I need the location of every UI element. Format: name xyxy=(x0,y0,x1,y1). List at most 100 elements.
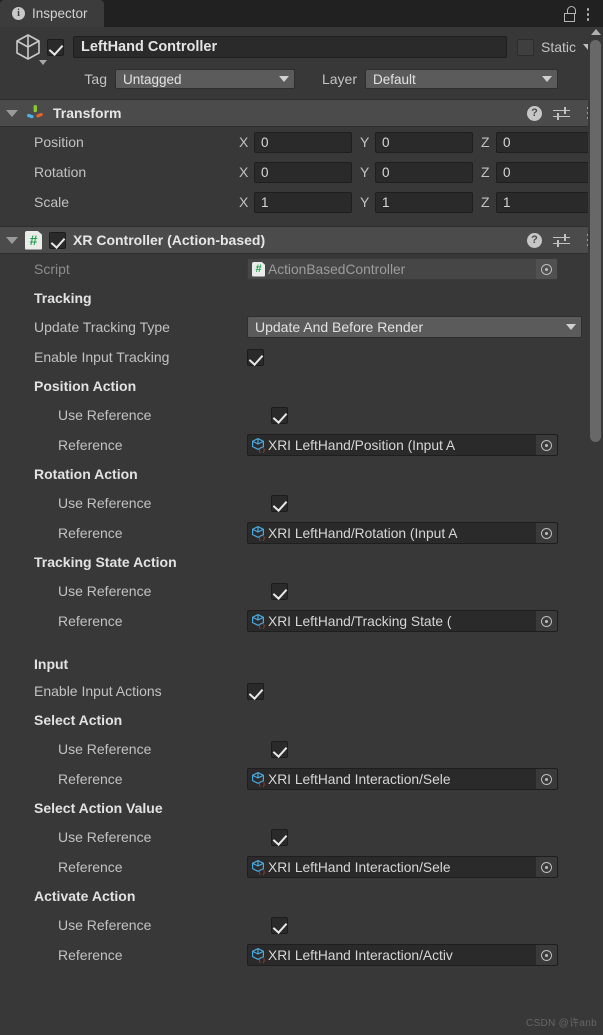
select-action-header-label: Select Action xyxy=(34,712,123,728)
position-action-use-reference-label: Use Reference xyxy=(58,407,152,423)
rotation-action-reference-value: XRI LeftHand/Rotation (Input A xyxy=(268,525,458,541)
gameobject-name-row: LeftHand Controller Static xyxy=(0,34,603,65)
position-label: Position xyxy=(34,134,84,150)
component-transform: Transform ? Position X 0 Y 0 Z 0 Rotatio… xyxy=(0,99,603,226)
xr-controller-header[interactable]: # XR Controller (Action-based) ? xyxy=(0,226,603,254)
scale-y-input[interactable]: 1 xyxy=(375,191,473,213)
script-row: Script # ActionBasedController xyxy=(0,254,603,284)
position-action-use-reference-checkbox[interactable] xyxy=(271,406,288,424)
cube-icon[interactable] xyxy=(11,30,47,65)
position-action-reference-field[interactable]: () XRI LeftHand/Position (Input A xyxy=(247,434,558,456)
position-x-input[interactable]: 0 xyxy=(254,131,352,153)
transform-header-actions: ? xyxy=(527,105,595,122)
select-action-value-reference-value: XRI LeftHand Interaction/Sele xyxy=(268,859,451,875)
transform-title: Transform xyxy=(53,105,122,121)
tracking-header-label: Tracking xyxy=(34,290,92,306)
rotation-action-header-label: Rotation Action xyxy=(34,466,138,482)
select-action-value-reference-field[interactable]: () XRI LeftHand Interaction/Sele xyxy=(247,856,558,878)
script-object-picker-icon[interactable] xyxy=(536,259,557,279)
transform-rotation-row: Rotation X 0 Y 0 Z 0 xyxy=(0,157,603,187)
rotation-action-object-picker-icon[interactable] xyxy=(536,523,557,543)
position-action-reference-label: Reference xyxy=(58,437,123,453)
xr-controller-enabled-checkbox[interactable] xyxy=(49,231,66,249)
select-action-reference-label: Reference xyxy=(58,771,123,787)
input-action-reference-icon: () xyxy=(251,947,267,964)
group-header-tracking-state-action: Tracking State Action xyxy=(0,548,603,576)
activate-action-use-reference-checkbox[interactable] xyxy=(271,916,288,934)
tag-layer-row: Tag Untagged Layer Default xyxy=(0,67,603,91)
tracking-state-action-use-reference-checkbox[interactable] xyxy=(271,582,288,600)
activate-action-object-picker-icon[interactable] xyxy=(536,945,557,965)
scrollbar-thumb[interactable] xyxy=(590,40,601,442)
rotation-y-input[interactable]: 0 xyxy=(375,161,473,183)
layer-dropdown[interactable]: Default xyxy=(365,69,558,89)
position-action-object-picker-icon[interactable] xyxy=(536,435,557,455)
rotation-action-use-reference-checkbox[interactable] xyxy=(271,494,288,512)
kebab-menu-icon[interactable] xyxy=(581,6,595,23)
preset-icon[interactable] xyxy=(553,233,570,248)
enable-input-tracking-checkbox[interactable] xyxy=(247,348,264,366)
xr-controller-foldout-icon[interactable] xyxy=(6,236,18,244)
group-header-activate-action: Activate Action xyxy=(0,882,603,910)
static-checkbox[interactable] xyxy=(516,38,534,56)
tracking-state-action-reference-field[interactable]: () XRI LeftHand/Tracking State ( xyxy=(247,610,558,632)
tab-inspector[interactable]: i Inspector xyxy=(0,0,104,27)
update-tracking-type-label: Update Tracking Type xyxy=(34,319,170,335)
csharp-script-icon: # xyxy=(25,230,42,250)
scale-z-value: 1 xyxy=(503,194,511,210)
activate-action-reference-field[interactable]: () XRI LeftHand Interaction/Activ xyxy=(247,944,558,966)
rotation-action-reference-label: Reference xyxy=(58,525,123,541)
tag-dropdown[interactable]: Untagged xyxy=(115,69,295,89)
update-tracking-type-row: Update Tracking Type Update And Before R… xyxy=(0,312,603,342)
position-x-value: 0 xyxy=(261,134,269,150)
gameobject-active-checkbox[interactable] xyxy=(47,38,64,56)
tab-bar-actions xyxy=(563,6,603,27)
vertical-scrollbar[interactable] xyxy=(588,27,603,1035)
static-label: Static xyxy=(540,39,576,55)
svg-text:(): () xyxy=(258,868,266,875)
select-action-use-reference-checkbox[interactable] xyxy=(271,740,288,758)
svg-text:(): () xyxy=(258,956,266,963)
scale-x-axis-label: X xyxy=(239,194,249,210)
cube-dropdown-caret-icon[interactable] xyxy=(39,60,47,65)
update-tracking-type-value: Update And Before Render xyxy=(255,319,424,335)
tracking-state-action-reference-value: XRI LeftHand/Tracking State ( xyxy=(268,613,452,629)
position-y-input[interactable]: 0 xyxy=(375,131,473,153)
select-action-reference-value: XRI LeftHand Interaction/Sele xyxy=(268,771,451,787)
lock-open-icon[interactable] xyxy=(563,6,579,23)
update-tracking-type-dropdown[interactable]: Update And Before Render xyxy=(247,316,582,338)
transform-header[interactable]: Transform ? xyxy=(0,99,603,127)
tracking-state-action-reference-row: Reference () XRI LeftHand/Tracking State… xyxy=(0,606,603,636)
position-x-axis-label: X xyxy=(239,134,249,150)
help-icon[interactable]: ? xyxy=(527,232,542,248)
tracking-state-action-object-picker-icon[interactable] xyxy=(536,611,557,631)
position-z-input[interactable]: 0 xyxy=(496,131,594,153)
rotation-action-use-reference-row: Use Reference xyxy=(0,488,603,518)
input-action-reference-icon: () xyxy=(251,437,267,454)
rotation-z-input[interactable]: 0 xyxy=(496,161,594,183)
preset-icon[interactable] xyxy=(553,106,570,121)
enable-input-actions-checkbox[interactable] xyxy=(247,682,264,700)
activate-action-use-reference-label: Use Reference xyxy=(58,917,152,933)
scale-x-input[interactable]: 1 xyxy=(254,191,352,213)
select-action-value-use-reference-checkbox[interactable] xyxy=(271,828,288,846)
select-action-reference-field[interactable]: () XRI LeftHand Interaction/Sele xyxy=(247,768,558,790)
enable-input-actions-row: Enable Input Actions xyxy=(0,676,603,706)
scale-z-input[interactable]: 1 xyxy=(496,191,594,213)
rotation-x-input[interactable]: 0 xyxy=(254,161,352,183)
select-action-value-use-reference-row: Use Reference xyxy=(0,822,603,852)
group-header-tracking: Tracking xyxy=(0,284,603,312)
script-object-field[interactable]: # ActionBasedController xyxy=(247,258,558,280)
help-icon[interactable]: ? xyxy=(527,105,542,121)
select-action-value-object-picker-icon[interactable] xyxy=(536,857,557,877)
scroll-up-arrow-icon[interactable] xyxy=(591,29,601,35)
group-header-rotation-action: Rotation Action xyxy=(0,460,603,488)
position-action-use-reference-row: Use Reference xyxy=(0,400,603,430)
select-action-object-picker-icon[interactable] xyxy=(536,769,557,789)
rotation-y-axis-label: Y xyxy=(360,164,370,180)
svg-text:(): () xyxy=(258,622,266,629)
gameobject-name-input[interactable]: LeftHand Controller xyxy=(73,36,507,58)
select-action-use-reference-label: Use Reference xyxy=(58,741,152,757)
transform-foldout-icon[interactable] xyxy=(6,109,18,117)
rotation-action-reference-field[interactable]: () XRI LeftHand/Rotation (Input A xyxy=(247,522,558,544)
